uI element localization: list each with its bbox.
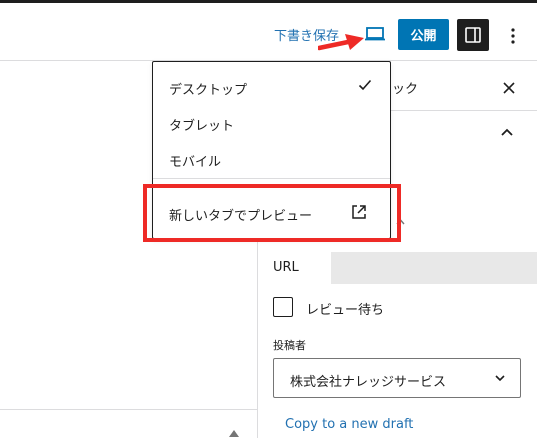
author-select-value: 株式会社ナレッジサービス <box>290 375 447 390</box>
author-select[interactable]: 株式会社ナレッジサービス <box>273 358 521 398</box>
sidebar-tab-label[interactable]: ック <box>392 78 418 97</box>
canvas-divider <box>0 409 257 410</box>
close-icon <box>503 82 515 94</box>
annotation-arrow <box>318 34 364 51</box>
menu-item-mobile[interactable]: モバイル <box>169 151 221 170</box>
pending-review-label: レビュー待ち <box>306 303 385 318</box>
author-label: 投稿者 <box>273 339 306 352</box>
chevron-up-icon[interactable] <box>500 127 514 137</box>
pending-review-checkbox[interactable] <box>273 297 293 317</box>
menu-item-tablet[interactable]: タブレット <box>169 115 234 134</box>
url-label: URL <box>273 260 299 275</box>
url-field[interactable] <box>331 252 537 284</box>
chevron-down-icon <box>495 375 505 382</box>
desktop-icon <box>365 27 385 41</box>
sidebar-toggle-icon <box>465 27 481 43</box>
preview-button[interactable] <box>362 21 388 47</box>
settings-button[interactable] <box>457 19 489 51</box>
copy-to-new-draft-link[interactable]: Copy to a new draft <box>285 417 413 432</box>
menu-item-desktop[interactable]: デスクトップ <box>169 79 247 98</box>
annotation-highlight-box <box>143 184 401 242</box>
publish-button[interactable]: 公開 <box>398 19 449 50</box>
more-vertical-icon <box>511 28 515 44</box>
more-options-button[interactable] <box>500 23 526 49</box>
close-sidebar-button[interactable] <box>498 77 520 99</box>
check-icon <box>358 79 372 91</box>
caret-up-icon[interactable] <box>228 428 240 438</box>
editor-header: 下書き保存 公開 <box>0 3 537 61</box>
menu-divider <box>153 178 390 179</box>
